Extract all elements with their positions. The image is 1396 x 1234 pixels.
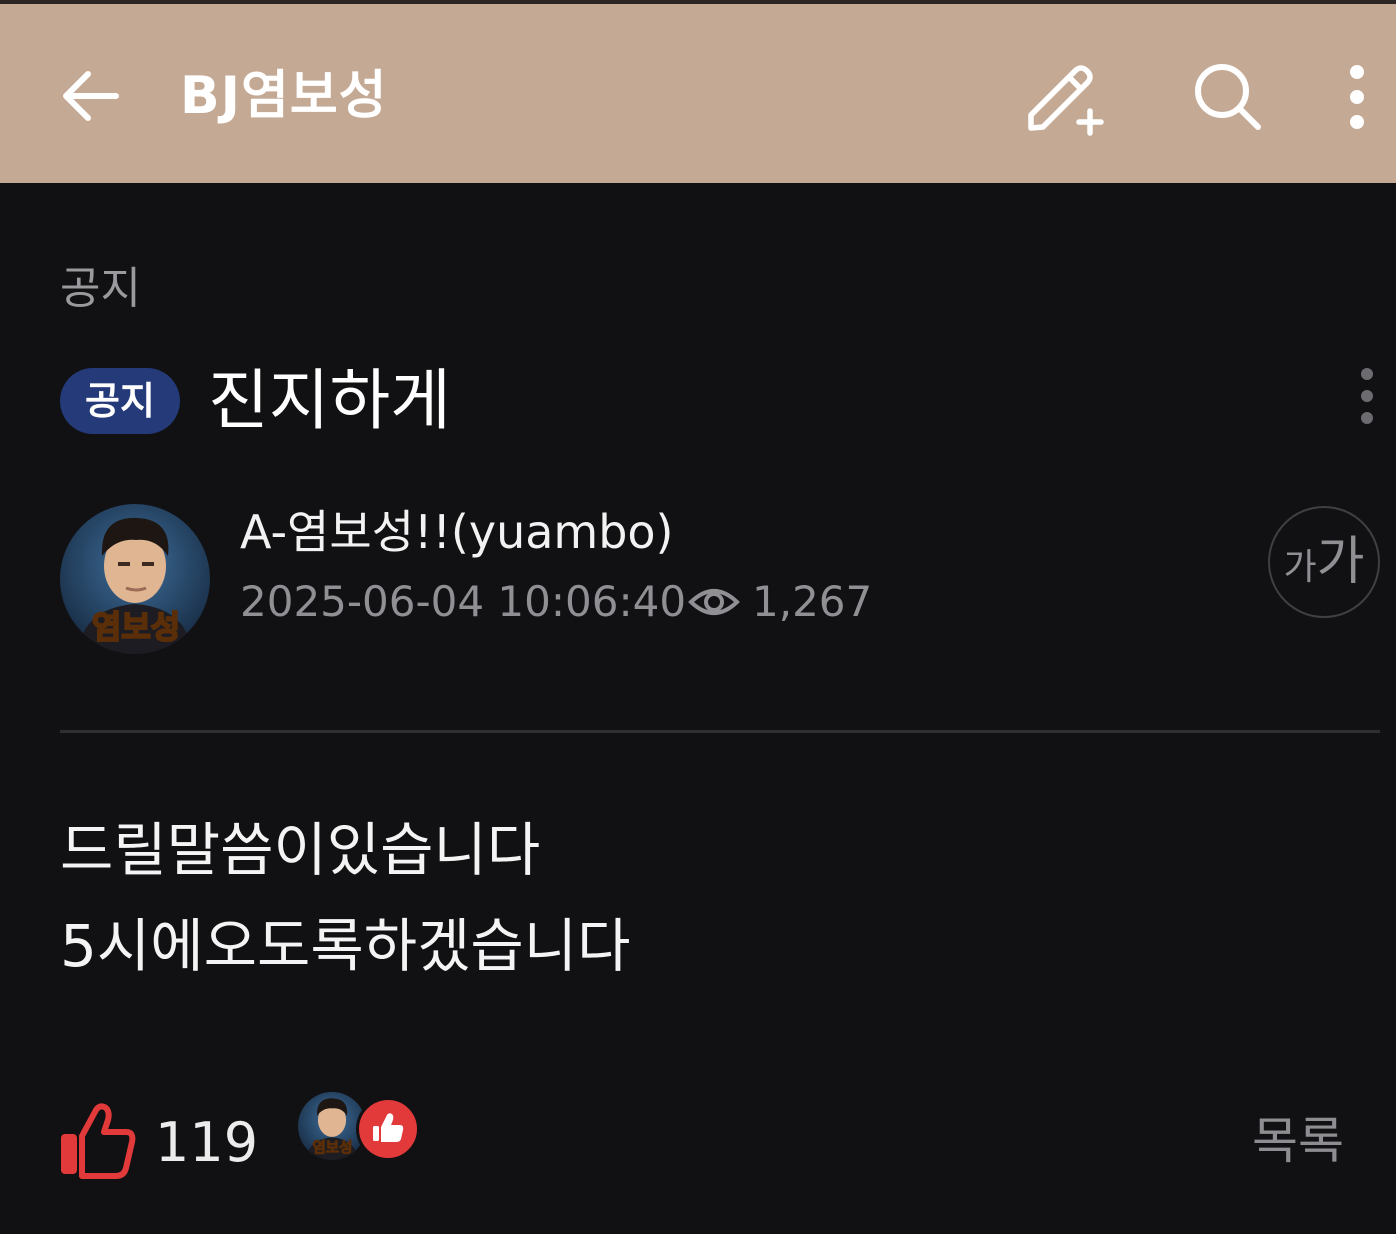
search-icon — [1195, 64, 1261, 130]
svg-text:염보성: 염보성 — [312, 1139, 352, 1157]
avatar-image: 염보성 — [60, 504, 210, 654]
notice-badge: 공지 — [60, 368, 180, 434]
post-title: 진지하게 — [208, 362, 451, 439]
app-screen: BJ염보성 공지 공지 진지하게 염보성 A-염보성!!(yuambo) 202… — [0, 0, 1396, 1234]
font-size-large-label: 가 — [1316, 532, 1365, 592]
post-body-line: 5시에오도록하겠습니다 — [60, 912, 631, 980]
post-datetime: 2025-06-04 10:06:40 — [240, 577, 687, 626]
like-count: 119 — [155, 1111, 259, 1174]
more-menu-button[interactable] — [1320, 52, 1394, 142]
search-button[interactable] — [1180, 52, 1276, 142]
thumbs-up-icon[interactable] — [58, 1102, 138, 1180]
thumbs-up-icon — [373, 1113, 404, 1142]
font-size-small-label: 가 — [1283, 547, 1317, 588]
eye-icon — [688, 589, 740, 615]
header-bar: BJ염보성 — [0, 4, 1396, 183]
content-divider — [60, 730, 1380, 733]
list-button[interactable]: 목록 — [1252, 1108, 1344, 1174]
font-size-button[interactable]: 가가 — [1268, 506, 1380, 618]
liker-like-badge — [356, 1097, 420, 1161]
more-vertical-icon — [1350, 65, 1364, 129]
view-count: 1,267 — [752, 577, 873, 626]
post-more-icon[interactable] — [1346, 360, 1388, 432]
pencil-plus-icon — [1028, 65, 1104, 136]
post-body-line: 드릴말씀이있습니다 — [60, 816, 541, 884]
arrow-left-icon — [63, 71, 119, 121]
page-title: BJ염보성 — [180, 66, 388, 126]
author-name[interactable]: A-염보성!!(yuambo) — [240, 502, 674, 562]
svg-text:염보성: 염보성 — [92, 608, 180, 646]
author-avatar[interactable]: 염보성 — [60, 504, 210, 654]
category-label[interactable]: 공지 — [60, 262, 141, 316]
write-button[interactable] — [1018, 52, 1114, 142]
back-button[interactable] — [50, 56, 130, 136]
